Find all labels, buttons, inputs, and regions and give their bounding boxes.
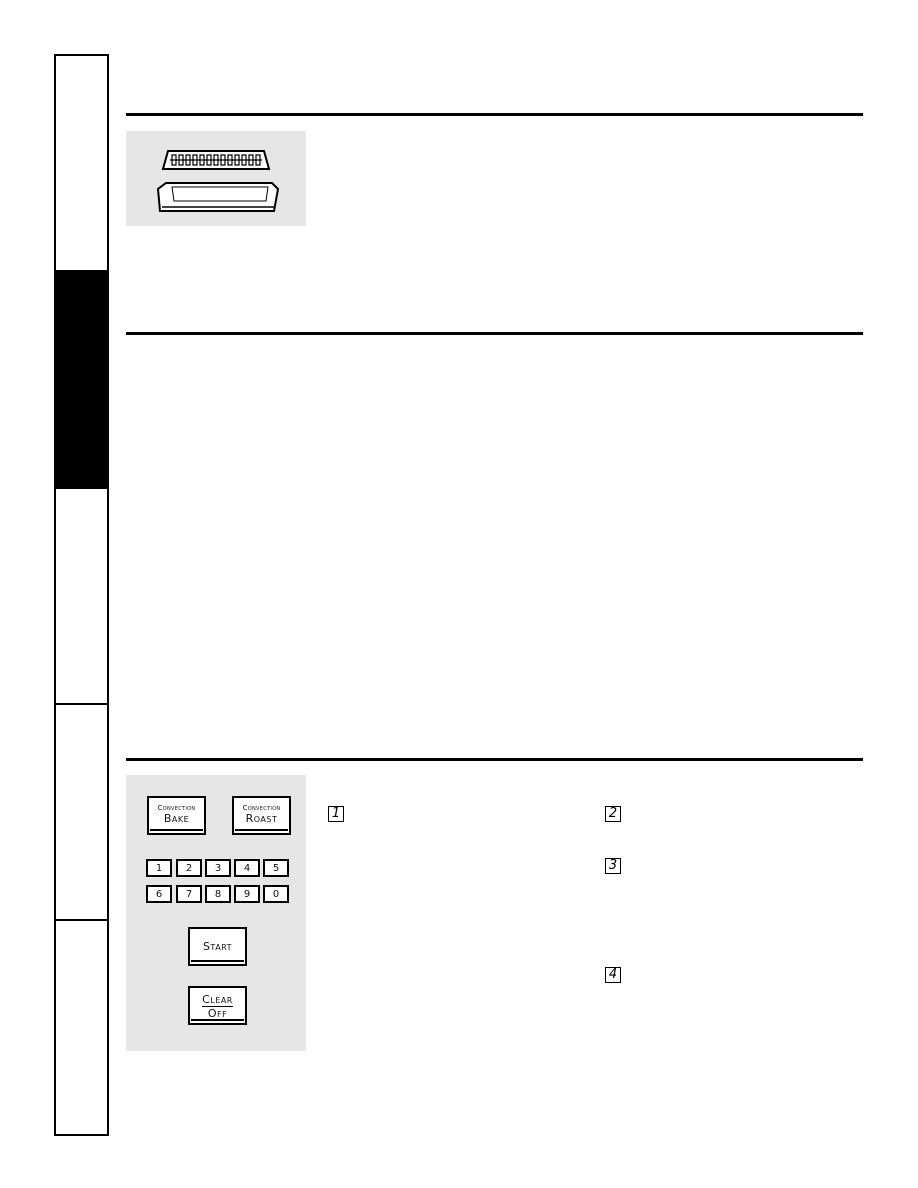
- convection-roast-label-big: Roast: [245, 812, 278, 825]
- broiler-pan-illustration: [126, 131, 306, 226]
- number-key-6[interactable]: 6: [146, 885, 172, 903]
- clear-off-button[interactable]: Clear Off: [188, 986, 247, 1025]
- section-divider-1: [126, 113, 863, 116]
- section-tab-3[interactable]: [56, 489, 107, 705]
- step-2-marker: 2: [605, 806, 621, 822]
- section-tab-4[interactable]: [56, 705, 107, 921]
- number-key-8[interactable]: 8: [205, 885, 231, 903]
- number-key-3[interactable]: 3: [205, 859, 231, 877]
- section-divider-3: [126, 758, 863, 761]
- convection-roast-button[interactable]: Convection Roast: [232, 796, 291, 835]
- convection-bake-button[interactable]: Convection Bake: [147, 796, 206, 835]
- clear-label: Clear: [202, 993, 233, 1007]
- section-tab-2-active[interactable]: [56, 272, 107, 489]
- number-key-2[interactable]: 2: [176, 859, 202, 877]
- section-tab-5[interactable]: [56, 921, 107, 1134]
- convection-roast-label-small: Convection: [242, 804, 281, 812]
- step-3-marker: 3: [605, 858, 621, 874]
- convection-bake-label-small: Convection: [157, 804, 196, 812]
- section-tab-1[interactable]: [56, 56, 107, 272]
- section-divider-2: [126, 332, 863, 335]
- start-button[interactable]: Start: [188, 927, 247, 966]
- start-label: Start: [202, 940, 233, 953]
- number-key-9[interactable]: 9: [234, 885, 260, 903]
- broiler-pan-icon: [156, 150, 280, 212]
- number-key-0[interactable]: 0: [263, 885, 289, 903]
- number-key-5[interactable]: 5: [263, 859, 289, 877]
- number-key-7[interactable]: 7: [176, 885, 202, 903]
- number-key-4[interactable]: 4: [234, 859, 260, 877]
- step-4-marker: 4: [605, 967, 621, 983]
- convection-bake-label-big: Bake: [163, 812, 190, 825]
- step-1-marker: 1: [328, 806, 344, 822]
- number-key-1[interactable]: 1: [146, 859, 172, 877]
- section-tabs-sidebar: [54, 54, 109, 1136]
- oven-control-panel-illustration: Convection Bake Convection Roast 1 2 3 4…: [126, 775, 306, 1051]
